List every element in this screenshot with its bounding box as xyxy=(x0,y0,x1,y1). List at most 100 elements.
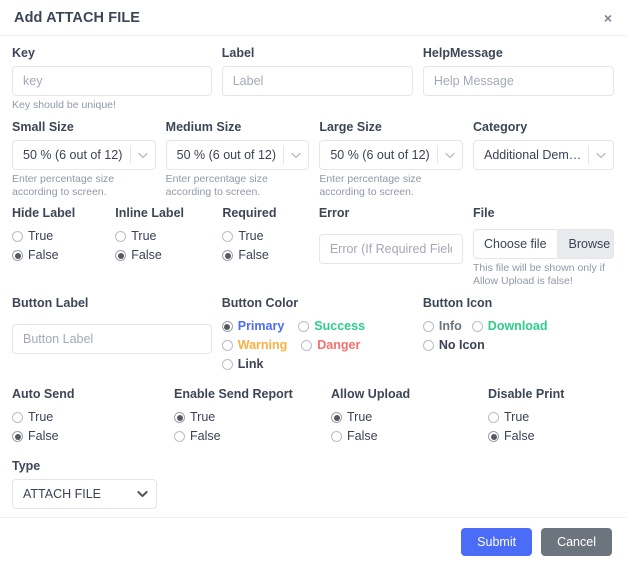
dialog-header: Add ATTACH FILE × xyxy=(0,0,626,36)
field-button-label: Button Label xyxy=(12,296,222,375)
choose-file-text: Choose file xyxy=(483,237,547,251)
required-radio-group: True False xyxy=(222,226,309,264)
small-size-value: 50 % (6 out of 12) xyxy=(23,148,123,162)
small-size-help-text: Enter percentage size according to scree… xyxy=(12,173,115,198)
button-color-option-warning[interactable]: Warning xyxy=(221,337,288,354)
radio-dot xyxy=(301,340,313,351)
button-icon-option-no-icon[interactable]: No Icon xyxy=(422,337,485,354)
auto-send-option-false[interactable]: False xyxy=(12,428,164,445)
field-large-size: Large Size 50 % (6 out of 12) Enter perc… xyxy=(319,120,473,199)
large-size-help-text: Enter percentage size according to scree… xyxy=(319,173,422,198)
button-icon-option-download[interactable]: Download xyxy=(471,318,548,335)
field-hide-label: Hide Label True False xyxy=(12,206,115,288)
field-enable-send-report: Enable Send Report True False xyxy=(174,387,331,447)
button-color-option-success[interactable]: Success xyxy=(298,318,365,335)
hide-label-option-false[interactable]: False xyxy=(12,247,105,264)
button-color-option-danger[interactable]: Danger xyxy=(301,337,360,354)
chevron-down-icon xyxy=(589,152,613,159)
radio-dot xyxy=(422,321,434,332)
required-option-true[interactable]: True xyxy=(222,228,309,245)
large-size-select[interactable]: 50 % (6 out of 12) xyxy=(319,140,464,170)
option-label: False xyxy=(190,429,221,443)
chevron-down-icon xyxy=(131,152,155,159)
button-icon-option-info[interactable]: Info xyxy=(422,318,462,335)
radio-dot xyxy=(115,231,127,242)
button-icon-radio-group: Info Download No Icon xyxy=(422,316,614,356)
field-help-message: HelpMessage xyxy=(422,46,615,112)
page-title: Add ATTACH FILE xyxy=(14,9,141,26)
option-label: Primary xyxy=(237,319,285,333)
medium-size-select[interactable]: 50 % (6 out of 12) xyxy=(165,140,310,170)
form-row-identity: Key Key should be unique! Label HelpMess… xyxy=(12,46,615,112)
field-inline-label: Inline Label True False xyxy=(115,206,222,288)
option-label: Success xyxy=(314,319,366,333)
file-input[interactable]: Choose file Browse xyxy=(472,229,614,259)
radio-dot xyxy=(488,431,499,442)
label-input[interactable] xyxy=(221,66,413,96)
cancel-button[interactable]: Cancel xyxy=(541,527,612,556)
large-size-value: 50 % (6 out of 12) xyxy=(330,148,430,162)
key-input[interactable] xyxy=(12,66,212,96)
field-button-icon: Button Icon Info Download No Icon xyxy=(422,296,614,375)
button-label-input[interactable] xyxy=(12,324,212,354)
close-icon[interactable]: × xyxy=(604,11,612,25)
field-small-size: Small Size 50 % (6 out of 12) Enter perc… xyxy=(12,120,166,199)
category-label: Category xyxy=(473,120,528,134)
field-label: Label xyxy=(221,46,423,112)
enable-send-report-option-true[interactable]: True xyxy=(174,409,321,426)
radio-dot xyxy=(331,431,342,442)
field-category: Category Additional Demog... xyxy=(473,120,615,199)
option-label: Warning xyxy=(237,338,288,352)
field-medium-size: Medium Size 50 % (6 out of 12) Enter per… xyxy=(165,120,320,199)
option-label: Info xyxy=(438,319,462,333)
disable-print-option-true[interactable]: True xyxy=(488,409,613,426)
inline-label-label: Inline Label xyxy=(115,206,184,220)
radio-dot xyxy=(331,412,342,423)
type-select-wrap: ATTACH FILE xyxy=(12,479,157,509)
chevron-down-icon xyxy=(284,152,308,159)
hide-label-radio-group: True False xyxy=(12,226,105,264)
button-color-option-link[interactable]: Link xyxy=(221,356,263,373)
inline-label-option-false[interactable]: False xyxy=(115,247,212,264)
hide-label-option-true[interactable]: True xyxy=(12,228,105,245)
radio-dot xyxy=(222,250,234,261)
radio-dot xyxy=(422,340,434,351)
enable-send-report-option-false[interactable]: False xyxy=(174,428,321,445)
button-color-radio-group: Primary Success Warning Danger Link xyxy=(221,316,402,375)
help-message-input[interactable] xyxy=(422,66,615,96)
form-row-flags: Hide Label True False Inline Label True … xyxy=(12,206,614,288)
allow-upload-option-false[interactable]: False xyxy=(331,428,478,445)
button-color-option-primary[interactable]: Primary xyxy=(221,318,285,335)
radio-dot xyxy=(12,250,23,261)
allow-upload-option-true[interactable]: True xyxy=(331,409,478,426)
category-value: Additional Demog... xyxy=(484,148,589,162)
medium-size-label: Medium Size xyxy=(165,120,242,134)
large-size-label: Large Size xyxy=(319,120,382,134)
key-label: Key xyxy=(12,46,35,60)
enable-send-report-label: Enable Send Report xyxy=(174,387,293,401)
help-message-label: HelpMessage xyxy=(422,46,503,60)
option-label: False xyxy=(504,429,535,443)
auto-send-option-true[interactable]: True xyxy=(12,409,164,426)
label-label: Label xyxy=(221,46,255,60)
type-select[interactable]: ATTACH FILE xyxy=(12,479,157,509)
option-label: True xyxy=(28,229,54,243)
allow-upload-label: Allow Upload xyxy=(331,387,411,401)
browse-button[interactable]: Browse xyxy=(556,230,613,258)
required-option-false[interactable]: False xyxy=(222,247,309,264)
form-row-type: Type ATTACH FILE xyxy=(12,459,614,509)
button-label-label: Button Label xyxy=(12,296,89,310)
radio-dot xyxy=(221,359,233,370)
radio-dot xyxy=(174,412,185,423)
inline-label-option-true[interactable]: True xyxy=(115,228,212,245)
disable-print-option-false[interactable]: False xyxy=(488,428,613,445)
small-size-select[interactable]: 50 % (6 out of 12) xyxy=(12,140,156,170)
option-label: False xyxy=(28,429,59,443)
error-input[interactable] xyxy=(318,234,463,264)
category-select[interactable]: Additional Demog... xyxy=(473,140,615,170)
required-label: Required xyxy=(222,206,277,220)
field-disable-print: Disable Print True False xyxy=(488,387,613,447)
form-row-send-flags: Auto Send True False Enable Send Report xyxy=(12,387,614,447)
radio-dot xyxy=(174,431,185,442)
submit-button[interactable]: Submit xyxy=(461,527,533,556)
